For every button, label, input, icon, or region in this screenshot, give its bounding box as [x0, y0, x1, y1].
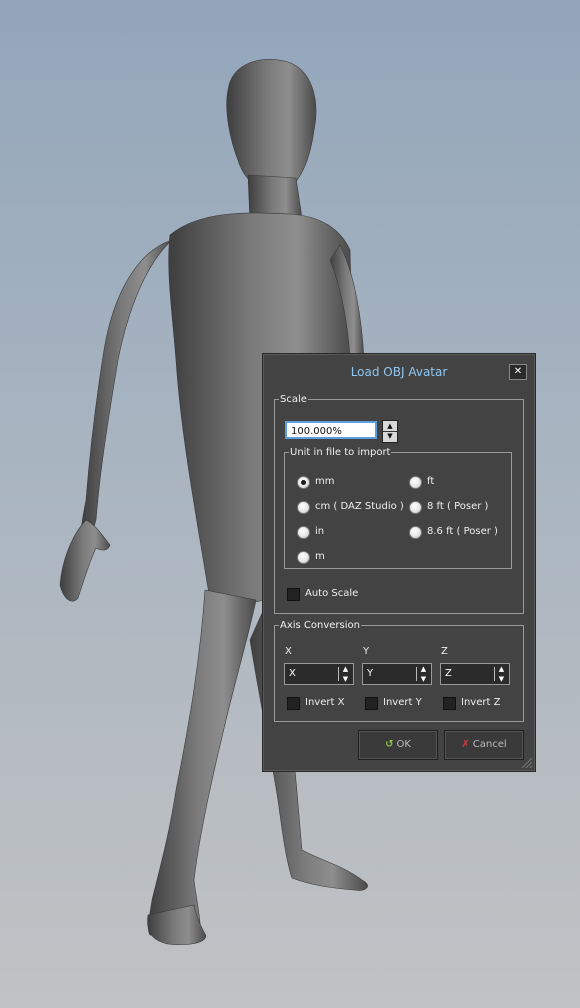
axis-y-select[interactable]: Y ▲ ▼ — [362, 663, 432, 685]
axis-z-select[interactable]: Z ▲ ▼ — [440, 663, 510, 685]
axis-x-select[interactable]: X ▲ ▼ — [284, 663, 354, 685]
unit-label: in — [315, 526, 325, 537]
scale-input[interactable]: 100.000% — [285, 421, 377, 439]
check-arrow-icon: ↺ — [385, 739, 394, 750]
invert-z-label: Invert Z — [461, 697, 501, 708]
unit-label: mm — [315, 476, 335, 487]
ok-label: OK — [396, 739, 411, 750]
scale-stepper[interactable]: ▲ ▼ — [382, 420, 398, 443]
unit-label: 8 ft ( Poser ) — [427, 501, 489, 512]
cancel-label: Cancel — [472, 739, 507, 750]
axis-x-value: X — [289, 668, 296, 679]
unit-label: m — [315, 551, 325, 562]
axis-y-header: Y — [363, 646, 370, 657]
updown-arrow-icon: ▲ ▼ — [342, 665, 349, 683]
cancel-button[interactable]: ✗ Cancel — [444, 730, 524, 760]
radio-icon — [297, 501, 310, 514]
scale-legend: Scale — [280, 394, 307, 405]
divider — [338, 667, 339, 681]
updown-arrow-icon: ▲ ▼ — [420, 665, 427, 683]
axis-z-header: Z — [441, 646, 448, 657]
axis-x-header: X — [285, 646, 292, 657]
radio-icon — [409, 501, 422, 514]
divider — [416, 667, 417, 681]
close-button[interactable]: ✕ — [509, 364, 527, 380]
cross-icon: ✗ — [461, 739, 470, 750]
axis-y-value: Y — [367, 668, 374, 679]
radio-icon — [409, 526, 422, 539]
checkbox-icon — [443, 697, 456, 710]
radio-icon — [297, 476, 310, 489]
checkbox-icon — [287, 697, 300, 710]
auto-scale-label: Auto Scale — [305, 588, 359, 599]
axis-legend: Axis Conversion — [280, 620, 360, 631]
ok-button[interactable]: ↺ OK — [358, 730, 438, 760]
divider — [494, 667, 495, 681]
updown-arrow-icon: ▲ ▼ — [498, 665, 505, 683]
resize-grip-icon[interactable] — [519, 755, 533, 769]
radio-icon — [297, 551, 310, 564]
invert-y-label: Invert Y — [383, 697, 422, 708]
unit-label: 8.6 ft ( Poser ) — [427, 526, 498, 537]
dialog-title: Load OBJ Avatar — [350, 365, 448, 379]
load-obj-avatar-dialog: Load OBJ Avatar ✕ Scale 100.000% ▲ ▼ Uni… — [262, 353, 536, 772]
axis-z-value: Z — [445, 668, 452, 679]
unit-label: ft — [427, 476, 435, 487]
stepper-down-icon[interactable]: ▼ — [383, 431, 397, 441]
close-icon: ✕ — [513, 366, 523, 377]
unit-legend: Unit in file to import — [290, 447, 391, 458]
radio-icon — [409, 476, 422, 489]
checkbox-icon — [287, 588, 300, 601]
unit-label: cm ( DAZ Studio ) — [315, 501, 404, 512]
radio-icon — [297, 526, 310, 539]
checkbox-icon — [365, 697, 378, 710]
invert-x-label: Invert X — [305, 697, 345, 708]
